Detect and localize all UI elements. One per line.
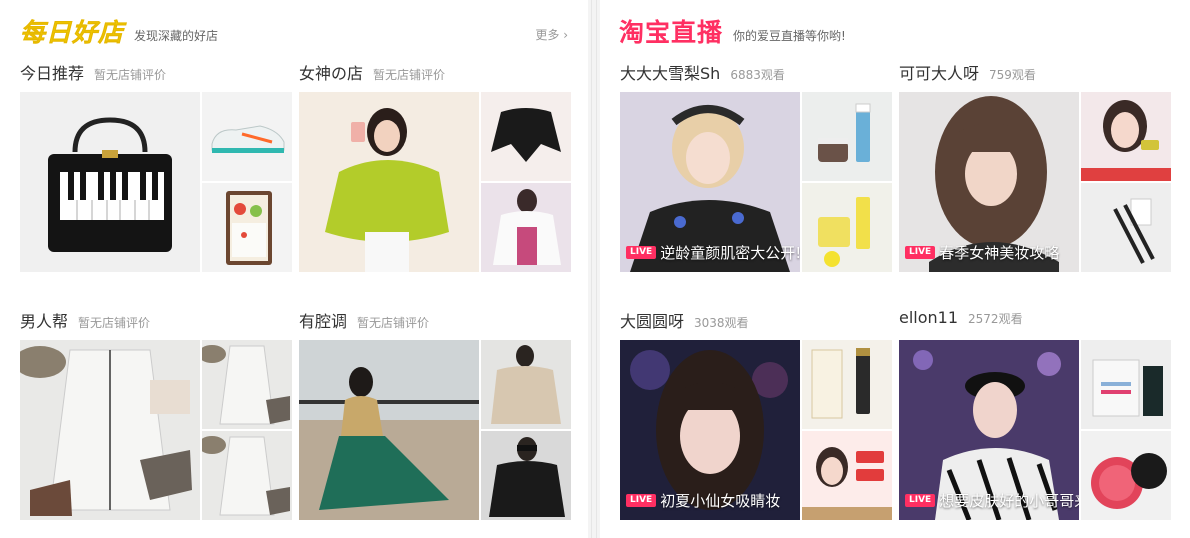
streamer-title: ellon11 2572观看 — [899, 308, 1023, 334]
streamer-title: 大圆圆呀 3038观看 — [620, 308, 749, 334]
live-stream-card[interactable]: 大圆圆呀 3038观看 LIVE 初夏小仙女吸睛妆 — [620, 308, 892, 536]
stream-caption: 春季女神美妆攻略 — [939, 243, 1060, 262]
shop-rating: 暂无店铺评价 — [78, 316, 151, 330]
more-link[interactable]: 更多 › — [535, 26, 568, 43]
live-indicator: LIVE 逆龄童颜肌密大公开! — [626, 242, 800, 262]
shop-card[interactable]: 女神の店 暂无店铺评价 — [299, 60, 571, 288]
product-image-skincare-box[interactable] — [1081, 340, 1171, 429]
product-image-beige-cape[interactable] — [481, 340, 571, 429]
stream-cover-image[interactable]: LIVE 想要皮肤好的小哥哥来 — [899, 340, 1079, 520]
product-image-white-cardigan[interactable] — [481, 183, 571, 272]
product-image-green-skirt-model[interactable] — [299, 340, 479, 520]
product-image-skincare[interactable] — [802, 92, 892, 181]
shop-title: 今日推荐 暂无店铺评价 — [20, 60, 166, 86]
good-shops-slogan: 发现深藏的好店 — [134, 28, 219, 43]
shop-name[interactable]: 有腔调 — [299, 308, 347, 332]
live-badge: LIVE — [626, 493, 657, 507]
streamer-title: 大大大雪梨Sh 6883观看 — [620, 60, 785, 86]
view-count: 759观看 — [989, 68, 1036, 82]
stream-caption: 逆龄童颜肌密大公开! — [660, 243, 800, 262]
streamer-name[interactable]: 大大大雪梨Sh — [620, 60, 720, 84]
taobao-live-slogan: 你的爱豆直播等你哟! — [733, 28, 846, 43]
view-count: 2572观看 — [968, 312, 1023, 326]
shop-title: 有腔调 暂无店铺评价 — [299, 308, 429, 334]
product-image-eyeliner[interactable] — [1081, 183, 1171, 272]
product-image-cushion-compact[interactable] — [1081, 431, 1171, 520]
live-badge: LIVE — [905, 245, 936, 259]
panel-divider — [588, 0, 600, 538]
product-image-handbag[interactable] — [20, 92, 200, 272]
streamer-title: 可可大人呀 759观看 — [899, 60, 1036, 86]
good-shops-logo[interactable]: 每日好店 — [20, 18, 124, 48]
streamer-name[interactable]: 可可大人呀 — [899, 60, 979, 84]
product-image-green-top-model[interactable] — [299, 92, 479, 272]
stream-caption: 想要皮肤好的小哥哥来 — [939, 491, 1079, 510]
stream-cover-image[interactable]: LIVE 初夏小仙女吸睛妆 — [620, 340, 800, 520]
taobao-live-header: 淘宝直播 你的爱豆直播等你哟! — [619, 16, 846, 50]
good-shops-header: 每日好店 发现深藏的好店 — [20, 16, 218, 50]
shop-name[interactable]: 今日推荐 — [20, 60, 84, 84]
product-image-black-shrug[interactable] — [481, 92, 571, 181]
live-indicator: LIVE 想要皮肤好的小哥哥来 — [905, 490, 1079, 510]
streamer-name[interactable]: 大圆圆呀 — [620, 308, 684, 332]
shop-card[interactable]: 男人帮 暂无店铺评价 — [20, 308, 292, 536]
view-count: 3038观看 — [694, 316, 749, 330]
product-image-black-coat[interactable] — [481, 431, 571, 520]
stream-cover-image[interactable]: LIVE 春季女神美妆攻略 — [899, 92, 1079, 272]
live-stream-card[interactable]: ellon11 2572观看 LIVE 想要皮肤好的小哥哥来 — [899, 308, 1171, 536]
product-image-sneaker[interactable] — [202, 92, 292, 181]
shop-card[interactable]: 有腔调 暂无店铺评价 — [299, 308, 571, 536]
product-image-mizon-cream[interactable] — [802, 183, 892, 272]
live-indicator: LIVE 春季女神美妆攻略 — [905, 242, 1059, 262]
shop-card[interactable]: 今日推荐 暂无店铺评价 — [20, 60, 292, 288]
shop-name[interactable]: 男人帮 — [20, 308, 68, 332]
shop-title: 男人帮 暂无店铺评价 — [20, 308, 150, 334]
live-badge: LIVE — [905, 493, 936, 507]
product-image-coat-flatlay[interactable] — [20, 340, 200, 520]
stream-caption: 初夏小仙女吸睛妆 — [660, 491, 781, 510]
product-image-serum[interactable] — [802, 340, 892, 429]
stream-cover-image[interactable]: LIVE 逆龄童颜肌密大公开! — [620, 92, 800, 272]
shop-name[interactable]: 女神の店 — [299, 60, 363, 84]
streamer-name[interactable]: ellon11 — [899, 308, 958, 327]
shop-rating: 暂无店铺评价 — [94, 68, 167, 82]
product-image-lip-model[interactable] — [1081, 92, 1171, 181]
shop-rating: 暂无店铺评价 — [357, 316, 430, 330]
good-shops-panel: 每日好店 发现深藏的好店 更多 › 今日推荐 暂无店铺评价 女神の店 暂无店铺评… — [0, 0, 588, 538]
taobao-live-panel: 淘宝直播 你的爱豆直播等你哟! 大大大雪梨Sh 6883观看 LIVE 逆龄童颜… — [600, 0, 1190, 538]
live-badge: LIVE — [626, 245, 657, 259]
taobao-live-logo[interactable]: 淘宝直播 — [619, 18, 723, 48]
live-stream-card[interactable]: 可可大人呀 759观看 LIVE 春季女神美妆攻略 — [899, 60, 1171, 288]
live-stream-card[interactable]: 大大大雪梨Sh 6883观看 LIVE 逆龄童颜肌密大公开! — [620, 60, 892, 288]
product-image-coat-flatlay-small[interactable] — [202, 431, 292, 520]
shop-title: 女神の店 暂无店铺评价 — [299, 60, 445, 86]
product-image-cream-ad[interactable] — [802, 431, 892, 520]
product-image-bento-box[interactable] — [202, 183, 292, 272]
live-indicator: LIVE 初夏小仙女吸睛妆 — [626, 490, 780, 510]
view-count: 6883观看 — [730, 68, 785, 82]
shop-rating: 暂无店铺评价 — [373, 68, 446, 82]
product-image-coat-flatlay-small[interactable] — [202, 340, 292, 429]
